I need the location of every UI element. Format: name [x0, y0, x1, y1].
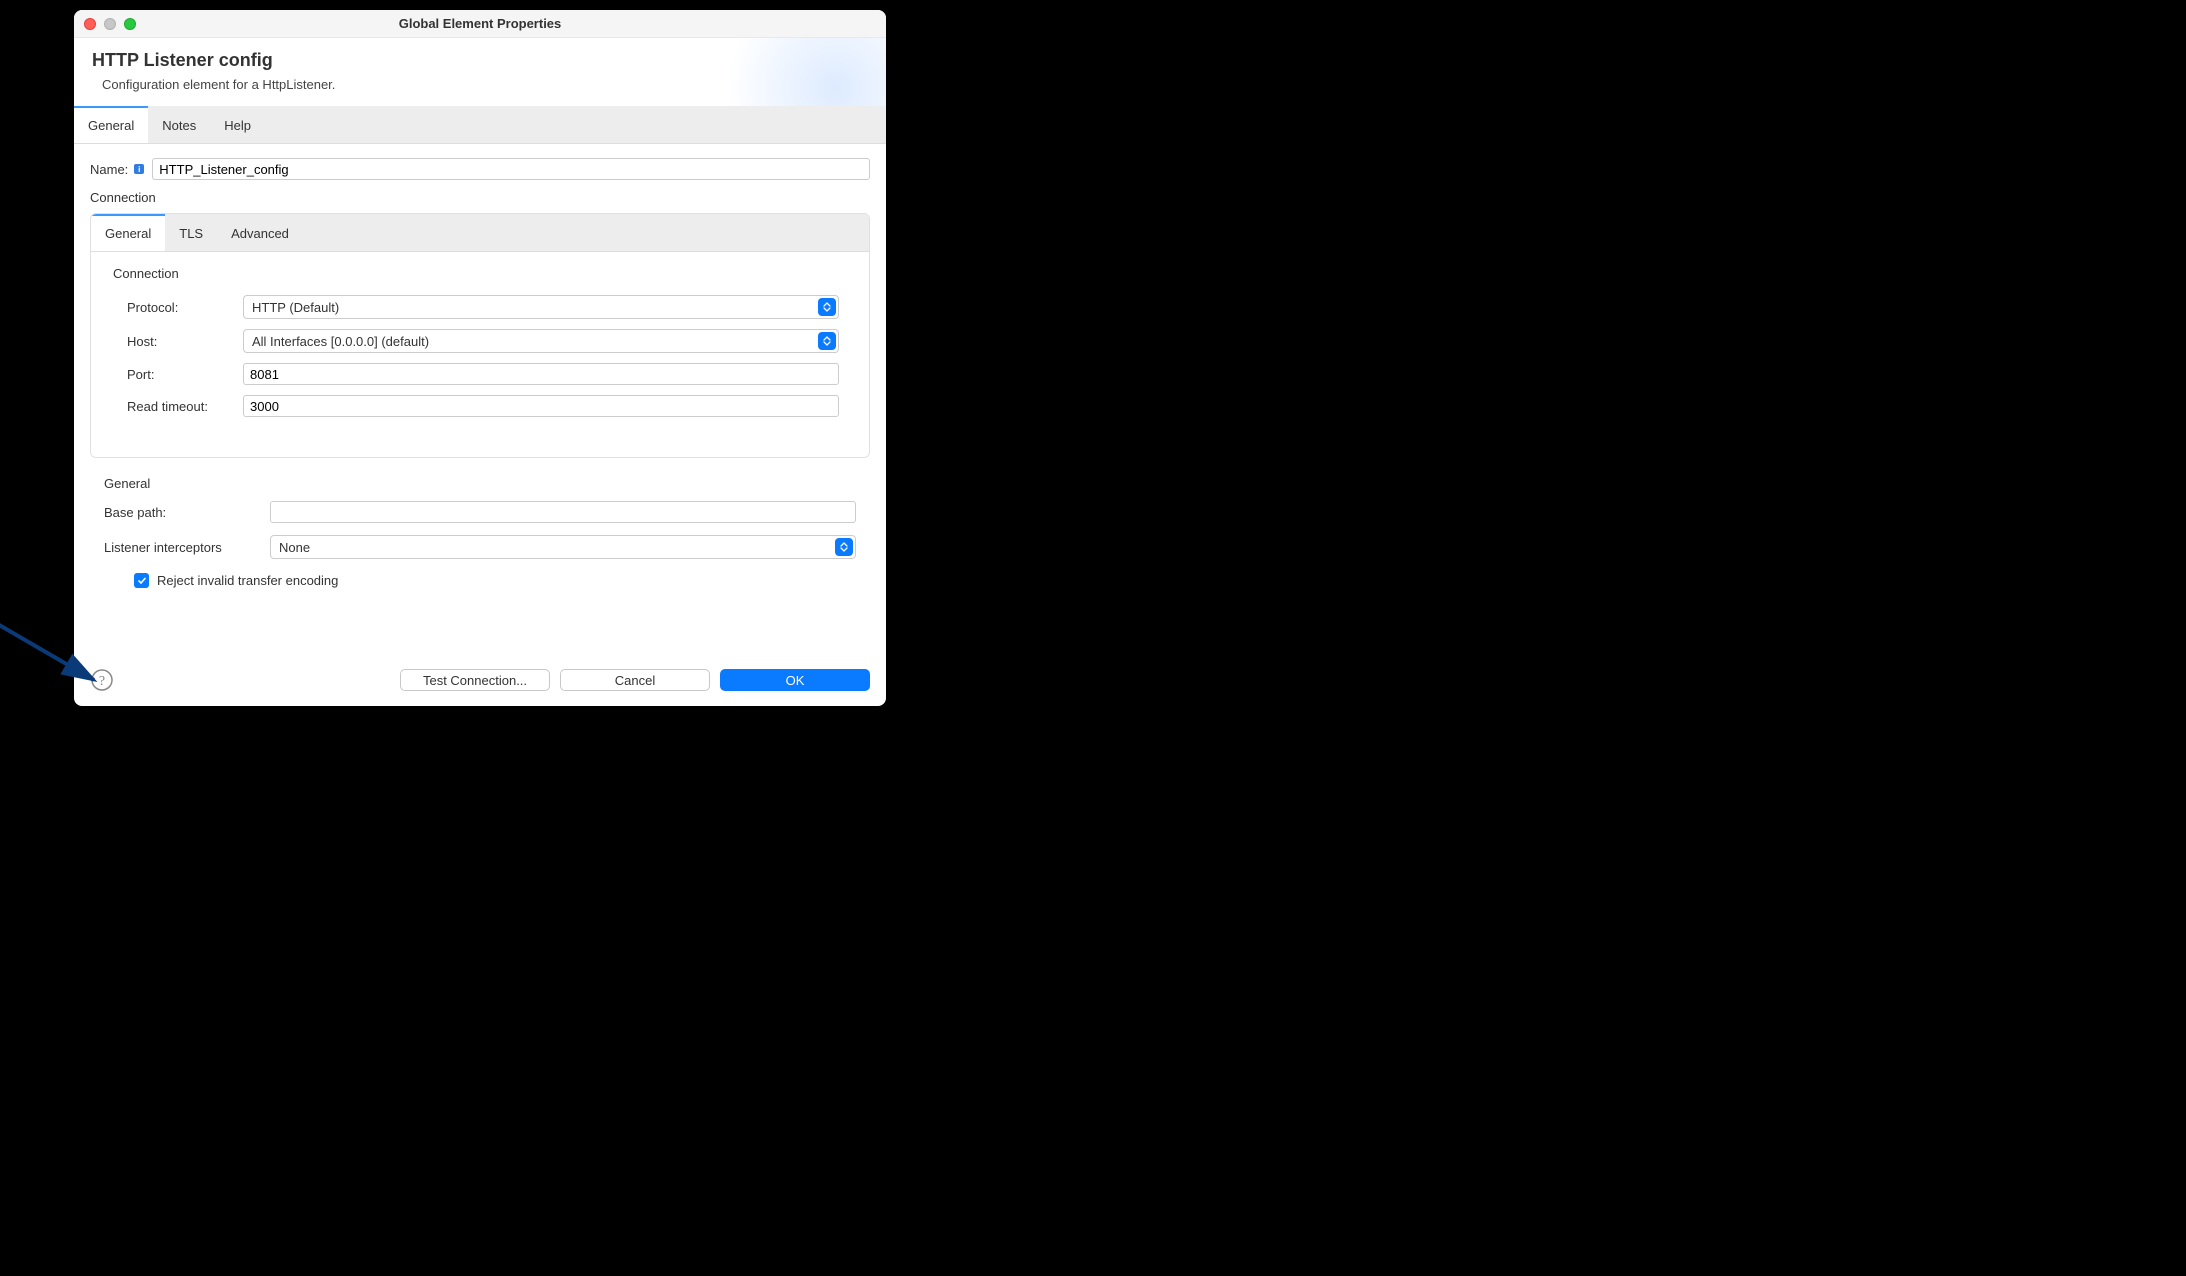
port-input[interactable] [243, 363, 839, 385]
general-section-label: General [104, 476, 856, 491]
base-path-input[interactable] [270, 501, 856, 523]
general-section: General Base path: Listener interceptors… [90, 476, 870, 588]
window-minimize-button[interactable] [104, 18, 116, 30]
general-form: Base path: Listener interceptors None [104, 501, 856, 559]
dialog-footer: ? Test Connection... Cancel OK [74, 656, 886, 706]
info-icon: i [134, 164, 144, 174]
reject-invalid-row: Reject invalid transfer encoding [104, 573, 856, 588]
titlebar: Global Element Properties [74, 10, 886, 38]
test-connection-button[interactable]: Test Connection... [400, 669, 550, 691]
read-timeout-label: Read timeout: [127, 399, 237, 414]
select-arrows-icon [835, 538, 853, 556]
name-row: Name: i [90, 158, 870, 180]
name-label: Name: [90, 162, 128, 177]
header-decoration [726, 38, 886, 106]
connection-form: Protocol: HTTP (Default) Host: All Inter… [113, 295, 847, 417]
dialog-title: Global Element Properties [84, 16, 876, 31]
host-select[interactable]: All Interfaces [0.0.0.0] (default) [243, 329, 839, 353]
global-element-properties-dialog: Global Element Properties HTTP Listener … [74, 10, 886, 706]
listener-interceptors-value: None [270, 535, 856, 559]
select-arrows-icon [818, 298, 836, 316]
config-title: HTTP Listener config [92, 50, 868, 71]
listener-interceptors-select[interactable]: None [270, 535, 856, 559]
base-path-label: Base path: [104, 505, 264, 520]
connection-tab-bar: General TLS Advanced [91, 214, 869, 252]
window-maximize-button[interactable] [124, 18, 136, 30]
cancel-button[interactable]: Cancel [560, 669, 710, 691]
protocol-select[interactable]: HTTP (Default) [243, 295, 839, 319]
select-arrows-icon [818, 332, 836, 350]
help-icon[interactable]: ? [90, 668, 114, 692]
reject-invalid-checkbox[interactable] [134, 573, 149, 588]
reject-invalid-label: Reject invalid transfer encoding [157, 573, 338, 588]
window-close-button[interactable] [84, 18, 96, 30]
ok-button[interactable]: OK [720, 669, 870, 691]
tab-general[interactable]: General [74, 106, 148, 143]
tab-notes[interactable]: Notes [148, 106, 210, 143]
protocol-value: HTTP (Default) [243, 295, 839, 319]
config-description: Configuration element for a HttpListener… [92, 77, 868, 92]
connection-section-label: Connection [90, 190, 870, 205]
port-label: Port: [127, 367, 237, 382]
connection-tab-content: Connection Protocol: HTTP (Default) Host… [91, 252, 869, 457]
dialog-header: HTTP Listener config Configuration eleme… [74, 38, 886, 106]
window-controls [84, 18, 136, 30]
name-input[interactable] [152, 158, 870, 180]
connection-tab-tls[interactable]: TLS [165, 214, 217, 251]
tab-help[interactable]: Help [210, 106, 265, 143]
listener-interceptors-label: Listener interceptors [104, 540, 264, 555]
connection-panel: General TLS Advanced Connection Protocol… [90, 213, 870, 458]
tab-content-general: Name: i Connection General TLS Advanced … [74, 144, 886, 606]
connection-tab-general[interactable]: General [91, 214, 165, 251]
host-value: All Interfaces [0.0.0.0] (default) [243, 329, 839, 353]
main-tab-bar: General Notes Help [74, 106, 886, 144]
read-timeout-input[interactable] [243, 395, 839, 417]
protocol-label: Protocol: [127, 300, 237, 315]
connection-inner-label: Connection [113, 266, 847, 281]
svg-text:?: ? [99, 674, 105, 689]
host-label: Host: [127, 334, 237, 349]
connection-tab-advanced[interactable]: Advanced [217, 214, 303, 251]
